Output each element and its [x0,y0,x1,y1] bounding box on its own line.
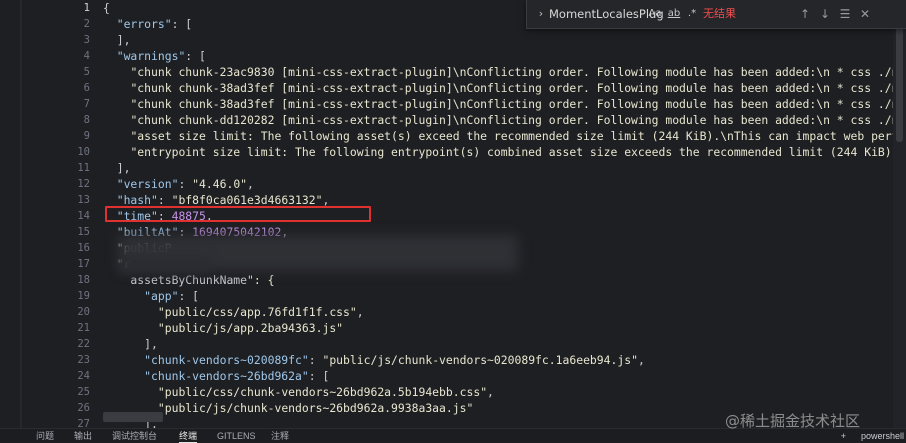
line-number: 20 [77,306,90,318]
match-word-toggle[interactable]: ab [665,5,683,23]
line-number: 17 [77,258,90,270]
arrow-down-icon[interactable]: ↓ [817,5,833,23]
code-line[interactable]: ], [103,336,158,352]
line-number: 1 [83,2,90,14]
line-number: 4 [83,50,90,62]
code-line[interactable]: "chunk chunk-38ad3fef [mini-css-extract-… [103,80,893,96]
code-line[interactable]: "chunk chunk-38ad3fef [mini-css-extract-… [103,96,893,112]
watermark: @稀土掘金技术社区 [725,412,861,430]
arrow-up-icon[interactable]: ↑ [797,5,813,23]
code-line[interactable]: "public/css/app.76fd1f1f.css", [103,304,364,320]
line-number: 26 [77,402,90,414]
panel-tab-debug-console[interactable]: 调试控制台 [112,430,157,442]
code-line[interactable]: assetsByChunkName": { [103,272,274,288]
line-number: 11 [77,162,90,174]
regex-toggle[interactable]: .* [685,5,699,23]
line-number: 21 [77,322,90,334]
code-line[interactable]: ], [103,32,131,48]
code-line[interactable]: "asset size limit: The following asset(s… [103,128,893,144]
line-number: 15 [77,226,90,238]
code-line[interactable]: ], [103,160,131,176]
line-number: 18 [77,274,90,286]
line-number: 16 [77,242,90,254]
code-line[interactable]: "chunk chunk-dd120282 [mini-css-extract-… [103,112,893,128]
panel-tab-output[interactable]: 输出 [74,430,92,442]
line-number: 9 [83,130,90,142]
line-number: 19 [77,290,90,302]
line-number: 14 [77,210,90,222]
line-number: 23 [77,354,90,366]
line-number: 3 [83,34,90,46]
code-line[interactable]: "chunk-vendors~26bd962a": [ [103,368,329,384]
find-widget: › MomentLocalesPlug Aa ab .* 无结果 ↑ ↓ ☰ ✕ [526,0,906,29]
find-in-selection-icon[interactable]: ☰ [837,5,853,23]
code-line[interactable]: "public/css/chunk-vendors~26bd962a.5b194… [103,384,494,400]
panel-tab-gitlens[interactable]: GITLENS [217,430,256,442]
find-result-status: 无结果 [703,7,736,20]
line-number: 7 [83,98,90,110]
code-line[interactable]: "version": "4.46.0", [103,176,254,192]
line-number: 10 [77,146,90,158]
line-number: 6 [83,82,90,94]
chevron-right-icon[interactable]: › [534,5,548,23]
panel-tab-comments[interactable]: 注释 [271,430,289,442]
line-number: 5 [83,66,90,78]
line-number: 22 [77,338,90,350]
panel-tab-terminal[interactable]: 终端 [179,430,198,443]
close-icon[interactable]: ✕ [857,5,873,23]
horizontal-scrollbar[interactable] [103,412,163,422]
highlight-annotation-box [105,206,371,222]
code-line[interactable]: "warnings": [ [103,48,206,64]
line-number: 25 [77,386,90,398]
code-line[interactable]: "errors": [ [103,16,192,32]
line-number: 27 [77,418,90,428]
vertical-scrollbar[interactable] [893,0,906,428]
code-line[interactable]: { [103,0,110,16]
line-number: 24 [77,370,90,382]
line-number: 13 [77,194,90,206]
code-line[interactable]: "chunk chunk-23ac9830 [mini-css-extract-… [103,64,893,80]
indent-guide [20,0,22,428]
match-case-toggle[interactable]: Aa [647,5,663,23]
code-editor[interactable]: 1 2 3 4 5 6 7 8 9 10 11 12 13 14 15 16 17 18 19 20 21 22 23 24 2… [0,0,906,428]
panel-tab-problems[interactable]: 问题 [36,430,54,442]
code-line[interactable]: "entrypoint size limit: The following en… [103,144,893,160]
line-number-gutter: 1 2 3 4 5 6 7 8 9 10 11 12 13 14 15 16 17 18 19 20 21 22 23 24 2… [0,0,98,428]
code-line[interactable]: "app": [ [103,288,199,304]
line-number: 12 [77,178,90,190]
code-line[interactable]: "public/js/app.2ba94363.js" [103,320,343,336]
code-line[interactable]: "chunk-vendors~020089fc": "public/js/chu… [103,352,645,368]
line-number: 8 [83,114,90,126]
redacted-region [120,258,210,272]
line-number: 2 [83,18,90,30]
terminal-shell-selector[interactable]: powershell [861,430,904,442]
